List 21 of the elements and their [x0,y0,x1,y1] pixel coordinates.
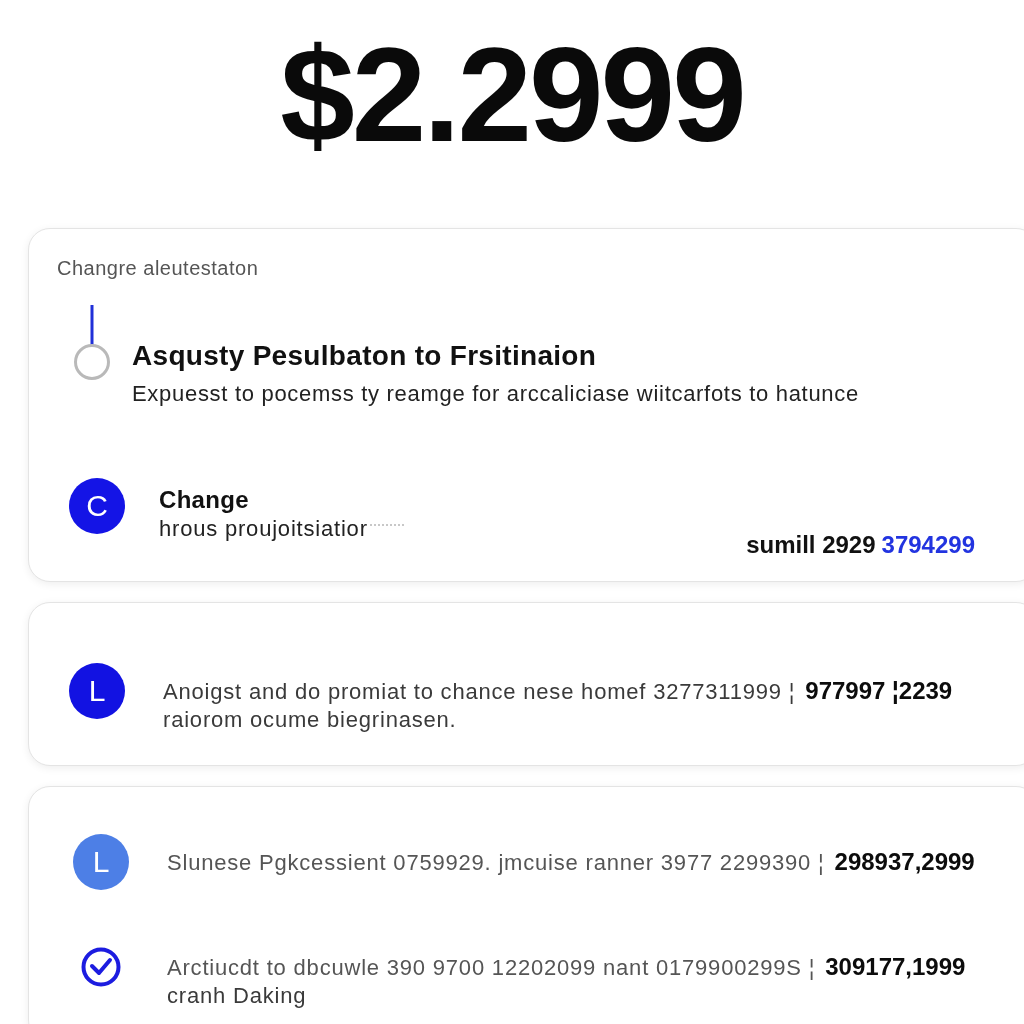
letter-avatar: L [73,834,129,890]
activity-description: Anoigst and do promiat to chance nese homef 3277311999 ¦ [163,678,796,706]
price-amount: $2.2999 [280,19,744,170]
activity-amount: 309177,1999 [825,953,966,981]
letter-avatar: L [69,663,125,719]
activity-description: Arctiucdt to dbcuwle 390 9700 12202099 nant 0179900299S ¦ [167,954,816,982]
activity-note: raiorom ocume biegrinasen. [163,706,457,734]
letter-avatar: C [69,478,125,534]
step-description: Expuesst to pocemss ty reamge for arccaliciase wiitcarfots to hatunce [132,381,859,407]
step-marker-icon [73,305,111,381]
entry-subtitle: hrous proujoitsiatior [159,516,368,542]
dotted-leader [369,524,404,526]
activity-amount: 977997 ¦2239 [805,677,953,705]
activity-description: Slunese Pgkcessient 0759929. jmcuise ranner 3977 2299390 ¦ [167,849,825,877]
total-label: sumill 2929 [746,531,876,559]
activity-note: cranh Daking [167,982,307,1010]
entry-title: Change [159,486,249,514]
card-caption: Changre aleutestaton [57,256,259,280]
total-value: 3794299 [881,531,975,559]
step-title: Asqusty Pesulbaton to Frsitinaion [132,340,597,372]
activity-amount: 298937,2999 [834,848,975,876]
